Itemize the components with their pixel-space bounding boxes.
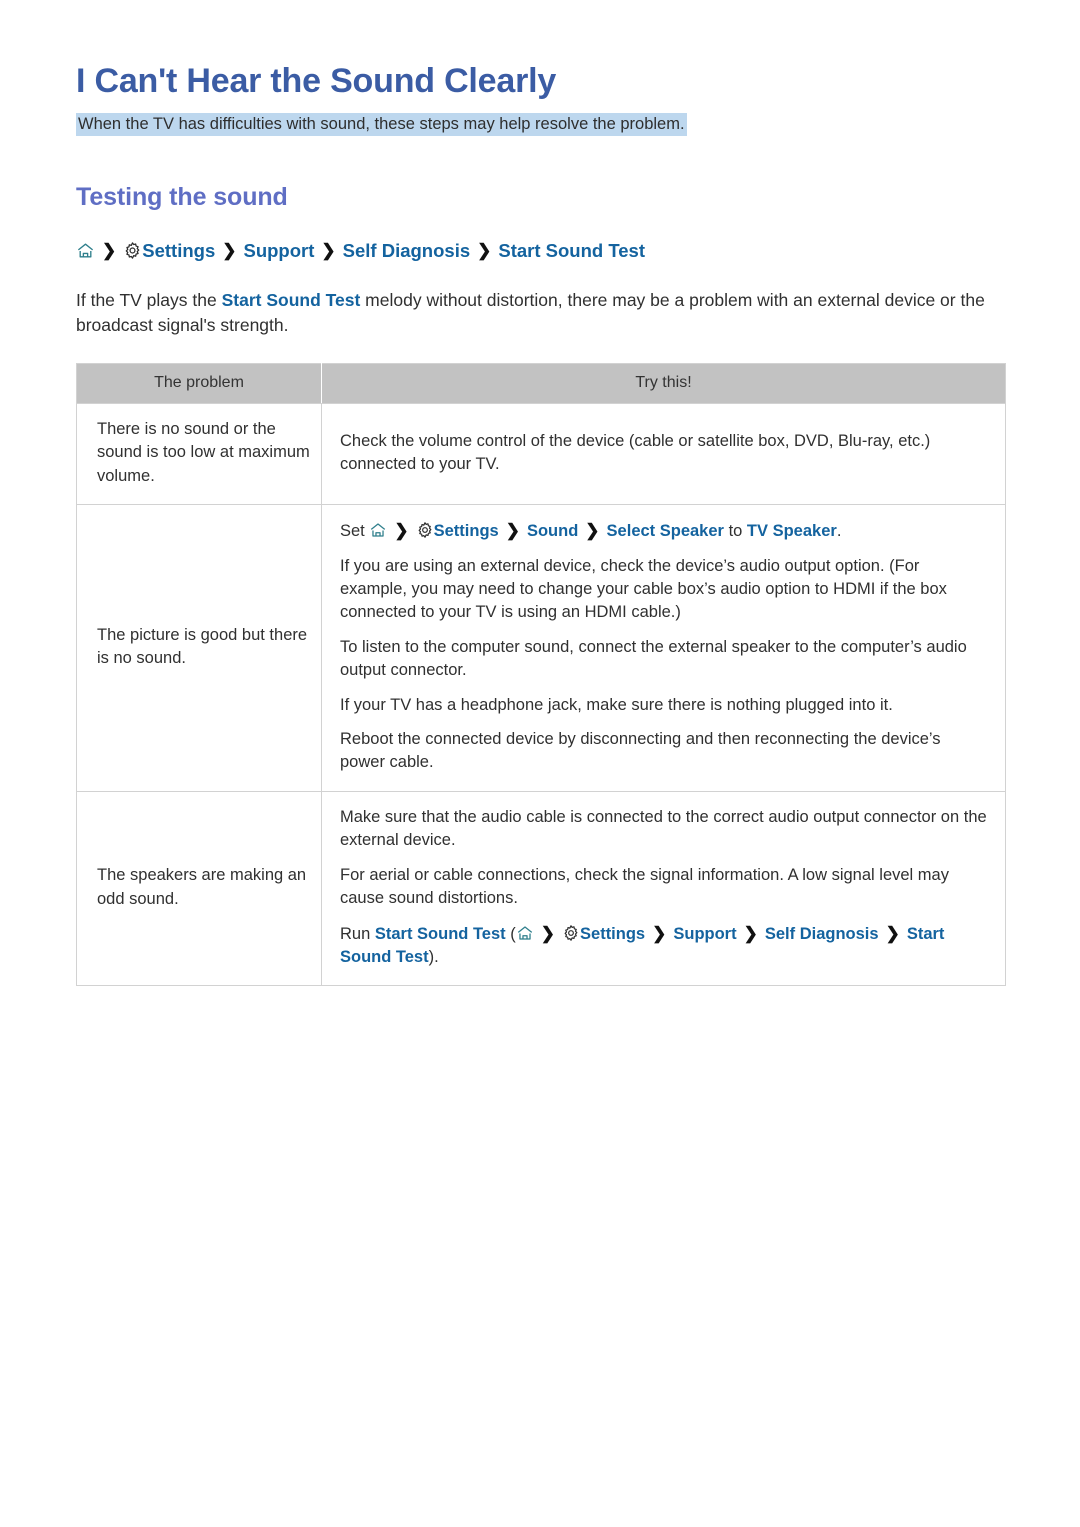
solution-path-line: Run Start Sound Test (❯ Settings ❯ Support ❯… [340,922,987,970]
solution-line: To listen to the computer sound, connect… [340,637,967,680]
page-subtitle: When the TV has difficulties with sound,… [76,113,687,137]
intro-text-before: If the TV plays the [76,290,222,311]
solution-path-line: Set ❯ Settings ❯ Sound ❯ Select Speaker to TV… [340,519,987,543]
chevron-right-icon: ❯ [102,240,117,260]
period: . [434,948,439,966]
problem-cell: There is no sound or the sound is too lo… [76,402,322,505]
chevron-right-icon: ❯ [321,240,336,260]
chevron-right-icon: ❯ [222,240,237,260]
troubleshooting-table: The problem Try this! There is no sound … [76,362,1006,987]
home-icon [369,521,387,539]
solution-line: Reboot the connected device by disconnec… [340,730,941,772]
table-row: The speakers are making an odd sound. Ma… [76,790,1006,986]
link-select-speaker[interactable]: Select Speaker [607,522,724,540]
intro-paragraph: If the TV plays the Start Sound Test mel… [76,288,1004,339]
set-prefix: Set [340,522,365,541]
to-text: to [728,522,743,541]
problem-cell: The speakers are making an odd sound. [76,790,322,986]
breadcrumb-item-support[interactable]: Support [243,240,314,262]
column-header-problem: The problem [76,363,322,404]
solution-cell: Make sure that the audio cable is connec… [321,790,1006,986]
gear-icon [123,241,142,260]
solution-cell: Set ❯ Settings ❯ Sound ❯ Select Speaker to TV… [321,504,1006,792]
solution-line: Check the volume control of the device (… [340,431,931,473]
run-prefix: Run [340,924,371,943]
chevron-right-icon: ❯ [585,521,600,541]
table-row: There is no sound or the sound is too lo… [76,402,1006,505]
home-icon [516,924,534,942]
chevron-right-icon: ❯ [743,923,758,943]
table-header-row: The problem Try this! [76,363,1006,404]
solution-line: If your TV has a headphone jack, make su… [340,695,893,714]
solution-line: For aerial or cable connections, check t… [340,865,949,908]
home-icon [76,241,95,260]
link-settings[interactable]: Settings [434,522,499,540]
chevron-right-icon: ❯ [885,923,900,943]
page-title: I Can't Hear the Sound Clearly [76,62,557,100]
problem-cell: The picture is good but there is no soun… [76,504,322,792]
breadcrumb-item-start-sound-test[interactable]: Start Sound Test [498,240,645,262]
chevron-right-icon: ❯ [477,240,492,260]
chevron-right-icon: ❯ [540,923,556,943]
intro-link-start-sound-test[interactable]: Start Sound Test [222,290,361,310]
solution-line: If you are using an external device, che… [340,556,947,622]
link-sound[interactable]: Sound [527,522,578,540]
breadcrumb-item-settings[interactable]: Settings [142,240,215,262]
table-row: The picture is good but there is no soun… [76,504,1006,792]
column-header-try-this: Try this! [321,363,1006,404]
page-subtitle-wrapper: When the TV has difficulties with sound,… [76,113,1004,137]
breadcrumb-item-self-diagnosis[interactable]: Self Diagnosis [343,240,470,262]
link-start-sound-test[interactable]: Start Sound Test [375,925,506,943]
solution-cell: Check the volume control of the device (… [321,402,1006,505]
solution-line: Make sure that the audio cable is connec… [340,807,987,850]
section-heading: Testing the sound [76,182,288,211]
document-page: I Can't Hear the Sound Clearly When the … [0,0,1080,1527]
link-tv-speaker[interactable]: TV Speaker [747,522,837,540]
chevron-right-icon: ❯ [394,521,409,541]
link-support[interactable]: Support [673,925,736,943]
chevron-right-icon: ❯ [505,521,520,541]
chevron-right-icon: ❯ [652,923,667,943]
gear-icon [416,521,434,539]
link-settings[interactable]: Settings [580,925,645,943]
gear-icon [562,924,580,942]
link-self-diagnosis[interactable]: Self Diagnosis [765,925,879,943]
period: . [836,522,842,541]
breadcrumb: ❯ Settings ❯ Support ❯ Self Diagnosis ❯ … [76,240,1004,262]
